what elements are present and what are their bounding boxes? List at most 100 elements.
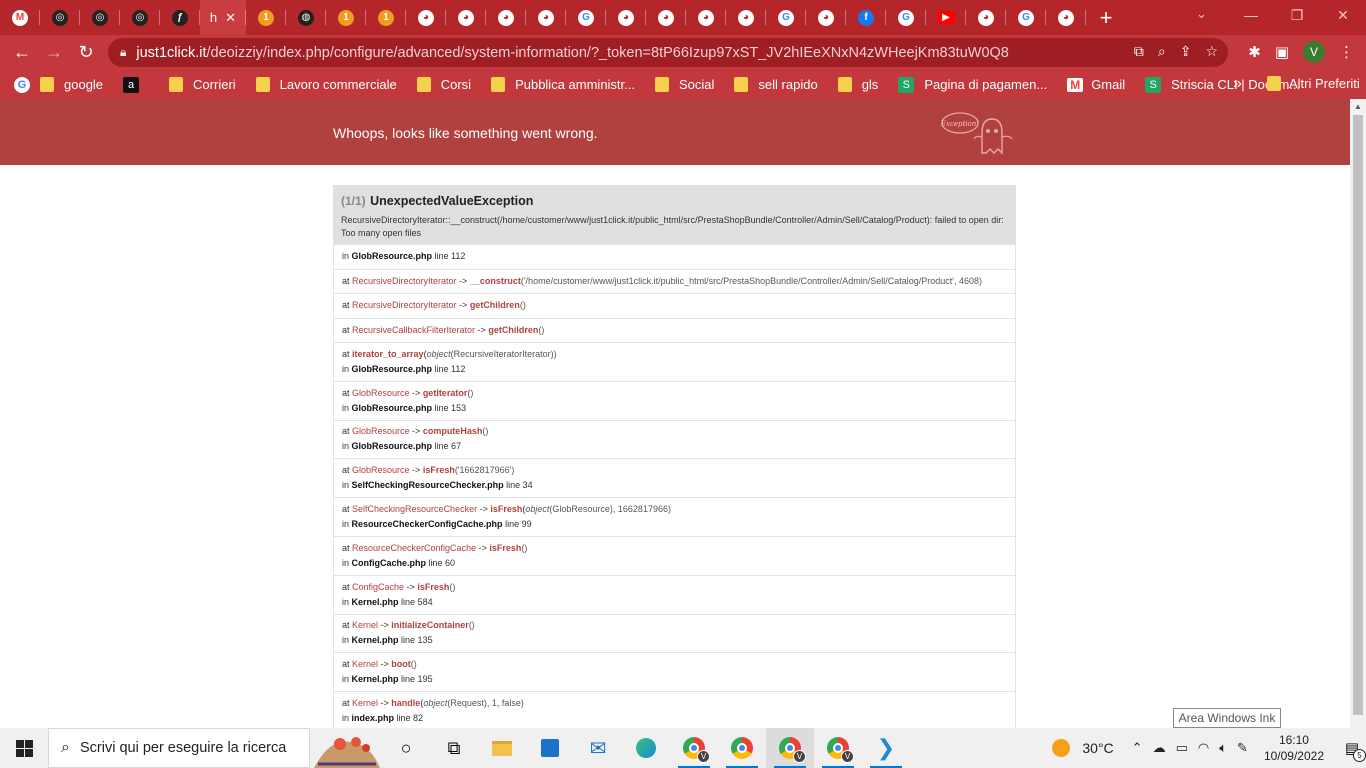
scrollbar[interactable]: ▲ <box>1350 99 1366 729</box>
tab[interactable]: ▶ <box>926 0 966 35</box>
tab[interactable]: G <box>766 0 806 35</box>
scrollbar-thumb[interactable] <box>1353 115 1363 715</box>
menu-icon[interactable]: ⋮ <box>1339 43 1354 61</box>
tab[interactable]: ◕ <box>526 0 566 35</box>
pen-icon[interactable]: ✎ <box>1237 740 1248 756</box>
tab[interactable]: ◎ <box>40 0 80 35</box>
lock-icon[interactable]: 🔒︎ <box>120 45 126 60</box>
class-link[interactable]: Kernel <box>352 698 378 708</box>
tab[interactable]: G <box>1006 0 1046 35</box>
tab[interactable]: G <box>886 0 926 35</box>
zoom-icon[interactable]: ⌕ <box>1158 43 1166 60</box>
avatar[interactable]: V <box>1303 41 1325 63</box>
class-link[interactable]: RecursiveDirectoryIterator <box>352 276 457 286</box>
tab[interactable]: ◕ <box>686 0 726 35</box>
store-icon[interactable] <box>526 728 574 768</box>
notification-icon[interactable]: ▤ 5 <box>1338 728 1366 768</box>
chrome-icon[interactable]: V <box>766 728 814 768</box>
bookmark-lavoro[interactable]: Lavoro commerciale <box>255 77 397 92</box>
tab[interactable]: ◕ <box>406 0 446 35</box>
cortana-icon[interactable]: ○ <box>382 728 430 768</box>
class-link[interactable]: RecursiveDirectoryIterator <box>352 300 457 310</box>
tab[interactable]: ◕ <box>806 0 846 35</box>
chevron-down-icon[interactable]: ⌄ <box>1196 6 1207 22</box>
battery-icon[interactable]: ▭ <box>1176 740 1188 756</box>
taskbar-search[interactable]: ⌕ Scrivi qui per eseguire la ricerca <box>48 728 310 768</box>
tab[interactable]: ◕ <box>966 0 1006 35</box>
tab[interactable]: 1 <box>326 0 366 35</box>
wifi-icon[interactable]: ◠ <box>1198 740 1209 756</box>
tab[interactable]: f <box>846 0 886 35</box>
class-link[interactable]: ResourceCheckerConfigCache <box>352 543 476 553</box>
bookmark-amazon[interactable]: a <box>123 76 149 93</box>
chrome-icon[interactable] <box>718 728 766 768</box>
class-link[interactable]: GlobResource <box>352 465 410 475</box>
address-bar[interactable]: 🔒︎ just1click.it/deoizziy/index.php/conf… <box>108 38 1228 67</box>
new-tab-button[interactable]: + <box>1086 5 1126 31</box>
reload-icon[interactable]: ↻ <box>70 37 102 69</box>
minimize-icon[interactable]: — <box>1228 0 1274 30</box>
url-text[interactable]: just1click.it/deoizziy/index.php/configu… <box>136 45 1008 61</box>
class-link[interactable]: GlobResource <box>352 388 410 398</box>
vscode-icon[interactable]: ❯ <box>862 728 910 768</box>
side-panel-icon[interactable]: ▣ <box>1275 43 1289 61</box>
google-icon[interactable]: G <box>14 76 30 93</box>
scroll-up-icon[interactable]: ▲ <box>1354 102 1362 111</box>
cloud-icon[interactable]: ☁ <box>1153 740 1166 756</box>
search-highlight-image[interactable] <box>310 728 382 768</box>
task-view-icon[interactable]: ⧉ <box>430 728 478 768</box>
tab[interactable]: ◕ <box>486 0 526 35</box>
mail-icon[interactable]: ✉ <box>574 728 622 768</box>
tab[interactable]: ◕ <box>1046 0 1086 35</box>
bookmark-corrieri[interactable]: Corrieri <box>169 77 236 92</box>
tab[interactable]: ◍ <box>286 0 326 35</box>
volume-icon[interactable]: 🔈︎ <box>1219 740 1227 756</box>
tab[interactable]: ◕ <box>446 0 486 35</box>
temperature[interactable]: 30°C <box>1082 740 1113 756</box>
bookmark-sell[interactable]: sell rapido <box>734 77 818 92</box>
tab[interactable]: ◕ <box>606 0 646 35</box>
tab[interactable]: ◎ <box>80 0 120 35</box>
bookmark-google[interactable]: google <box>40 77 103 92</box>
weather-icon[interactable] <box>1052 739 1071 757</box>
close-tab-icon[interactable]: ✕ <box>225 10 236 26</box>
file-explorer-icon[interactable] <box>478 728 526 768</box>
share-icon[interactable]: ⇪ <box>1180 43 1192 60</box>
tab-active[interactable]: h ✕ <box>200 0 246 35</box>
tab[interactable]: ◕ <box>646 0 686 35</box>
chrome-icon[interactable]: V <box>670 728 718 768</box>
translate-icon[interactable]: ⧉ <box>1134 43 1144 60</box>
class-link[interactable]: GlobResource <box>352 426 410 436</box>
class-link[interactable]: SelfCheckingResourceChecker <box>352 504 477 514</box>
other-bookmarks[interactable]: Altri Preferiti <box>1267 76 1360 91</box>
tab[interactable]: ◕ <box>726 0 766 35</box>
tab[interactable]: 1 <box>366 0 406 35</box>
tab[interactable]: ƒ <box>160 0 200 35</box>
bookmark-pa[interactable]: Pubblica amministr... <box>491 77 635 92</box>
bookmark-social[interactable]: Social <box>655 77 714 92</box>
class-link[interactable]: Kernel <box>352 659 378 669</box>
close-window-icon[interactable]: ✕ <box>1320 0 1366 30</box>
chrome-icon[interactable]: V <box>814 728 862 768</box>
tab[interactable]: 1 <box>246 0 286 35</box>
class-link[interactable]: ConfigCache <box>352 582 404 592</box>
class-link[interactable]: RecursiveCallbackFilterIterator <box>352 325 475 335</box>
clock[interactable]: 16:10 10/09/2022 <box>1264 732 1324 764</box>
class-link[interactable]: Kernel <box>352 620 378 630</box>
back-icon[interactable]: ← <box>6 37 38 69</box>
bookmark-corsi[interactable]: Corsi <box>416 77 471 92</box>
restore-icon[interactable]: ❐ <box>1274 0 1320 30</box>
more-bookmarks-icon[interactable]: » <box>1233 75 1242 93</box>
extensions-icon[interactable]: ✱ <box>1248 43 1261 61</box>
chevron-up-icon[interactable]: ⌃ <box>1132 740 1143 756</box>
star-icon[interactable]: ☆ <box>1205 43 1218 60</box>
tab-gmail[interactable]: M <box>0 0 40 35</box>
bookmark-pagamento[interactable]: S Pagina di pagamen... <box>898 76 1047 93</box>
forward-icon[interactable]: → <box>38 37 70 69</box>
windows-start-icon[interactable] <box>0 728 48 768</box>
tab[interactable]: G <box>566 0 606 35</box>
tab[interactable]: ◎ <box>120 0 160 35</box>
bookmark-gls[interactable]: gls <box>837 77 878 92</box>
bookmark-gmail[interactable]: M Gmail <box>1067 77 1125 92</box>
edge-icon[interactable] <box>622 728 670 768</box>
